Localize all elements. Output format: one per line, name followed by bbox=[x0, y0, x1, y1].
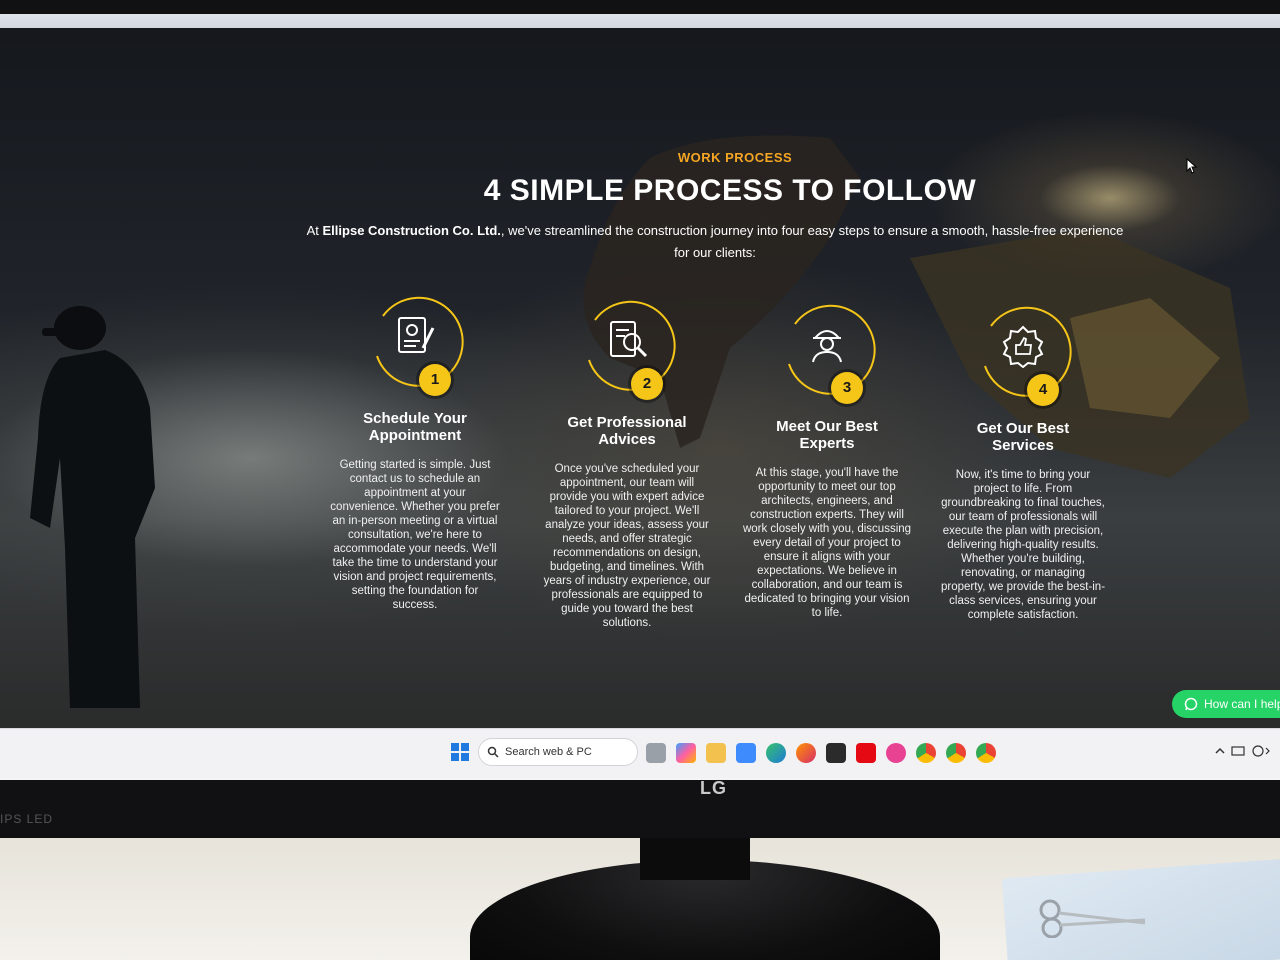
copilot-icon[interactable] bbox=[676, 743, 696, 763]
step-number-badge: 1 bbox=[419, 364, 451, 396]
search-icon bbox=[487, 746, 499, 758]
step-title: Get Our Best Services bbox=[938, 420, 1108, 454]
section-eyebrow: WORK PROCESS bbox=[677, 150, 793, 165]
step-icon-ring: 3 bbox=[775, 294, 879, 404]
intro-prefix: At bbox=[306, 223, 323, 238]
section-title: 4 SIMPLE PROCESS TO FOLLOW bbox=[483, 174, 977, 207]
step-title-line2: Experts bbox=[799, 435, 855, 452]
document-search-icon bbox=[610, 321, 648, 358]
step-title-line2: Appointment bbox=[368, 427, 462, 444]
construction-worker-icon bbox=[812, 330, 842, 363]
step-title-line1: Get Professional bbox=[567, 414, 687, 431]
step-title: Get Professional Advices bbox=[542, 414, 712, 448]
web-page-viewport: WORK PROCESS 4 SIMPLE PROCESS TO FOLLOW … bbox=[0, 28, 1280, 728]
firefox-icon[interactable] bbox=[796, 743, 816, 763]
step-icon-ring: 2 bbox=[575, 290, 679, 400]
netflix-icon[interactable] bbox=[856, 743, 876, 763]
tray-icons-graphic bbox=[1215, 745, 1270, 757]
step-title-line1: Meet Our Best bbox=[776, 418, 878, 435]
chat-widget-label: How can I help bbox=[1204, 697, 1280, 711]
store-icon[interactable] bbox=[736, 743, 756, 763]
process-step-2: 2 Get Professional Advices Once you've s… bbox=[542, 290, 712, 630]
whatsapp-icon bbox=[1184, 697, 1198, 711]
section-intro: At Ellipse Construction Co. Ltd., we've … bbox=[300, 220, 1130, 264]
step-icon-ring: 1 bbox=[363, 286, 467, 396]
record-icon[interactable] bbox=[886, 743, 906, 763]
intro-text: , we've streamlined the construction jou… bbox=[500, 223, 1124, 260]
mouse-cursor-icon bbox=[1186, 158, 1198, 174]
step-title: Meet Our Best Experts bbox=[742, 418, 912, 452]
step-description: At this stage, you'll have the opportuni… bbox=[742, 467, 912, 619]
file-explorer-icon[interactable] bbox=[706, 743, 726, 763]
step-title-line1: Get Our Best bbox=[976, 420, 1070, 437]
work-process-section: WORK PROCESS 4 SIMPLE PROCESS TO FOLLOW … bbox=[0, 28, 1280, 728]
step-title: Schedule Your Appointment bbox=[330, 410, 500, 444]
intro-company-name: Ellipse Construction Co. Ltd. bbox=[322, 223, 501, 238]
step-icon-ring: 4 bbox=[971, 296, 1075, 406]
whatsapp-chat-button[interactable]: How can I help bbox=[1172, 690, 1280, 718]
monitor-badge: IPS LED bbox=[0, 812, 54, 826]
step-title-line1: Schedule Your bbox=[363, 410, 467, 427]
thumbs-up-badge-icon bbox=[1002, 325, 1044, 368]
step-description: Once you've scheduled your appointment, … bbox=[543, 463, 711, 629]
chrome-icon[interactable] bbox=[916, 743, 936, 763]
task-view-icon[interactable] bbox=[646, 743, 666, 763]
windows-start-icon[interactable] bbox=[451, 743, 469, 761]
process-step-3: 3 Meet Our Best Experts At this stage, y… bbox=[742, 294, 912, 620]
scissors-icon bbox=[1039, 899, 1146, 938]
step-number-badge: 3 bbox=[831, 372, 863, 404]
app-icon[interactable] bbox=[826, 743, 846, 763]
windows-taskbar: Search web & PC bbox=[0, 728, 1280, 778]
monitor-brand-logo: LG bbox=[700, 778, 727, 798]
search-placeholder: Search web & PC bbox=[505, 746, 592, 758]
step-title-line2: Services bbox=[992, 437, 1054, 454]
process-step-1: 1 Schedule Your Appointment Getting star… bbox=[330, 286, 500, 612]
step-number-badge: 2 bbox=[631, 368, 663, 400]
step-description: Getting started is simple. Just contact … bbox=[330, 459, 500, 611]
step-number-badge: 4 bbox=[1027, 374, 1059, 406]
taskbar-search-box[interactable]: Search web & PC bbox=[478, 738, 638, 766]
process-step-4: 4 Get Our Best Services Now, it's time t… bbox=[938, 296, 1108, 622]
step-title-line2: Advices bbox=[598, 431, 656, 448]
appointment-document-icon bbox=[398, 317, 435, 353]
chrome-icon[interactable] bbox=[976, 743, 996, 763]
edge-icon[interactable] bbox=[766, 743, 786, 763]
step-description: Now, it's time to bring your project to … bbox=[940, 469, 1106, 621]
chrome-icon[interactable] bbox=[946, 743, 966, 763]
system-tray-icons[interactable] bbox=[1214, 744, 1274, 761]
monitor-screen: WORK PROCESS 4 SIMPLE PROCESS TO FOLLOW … bbox=[0, 14, 1280, 780]
